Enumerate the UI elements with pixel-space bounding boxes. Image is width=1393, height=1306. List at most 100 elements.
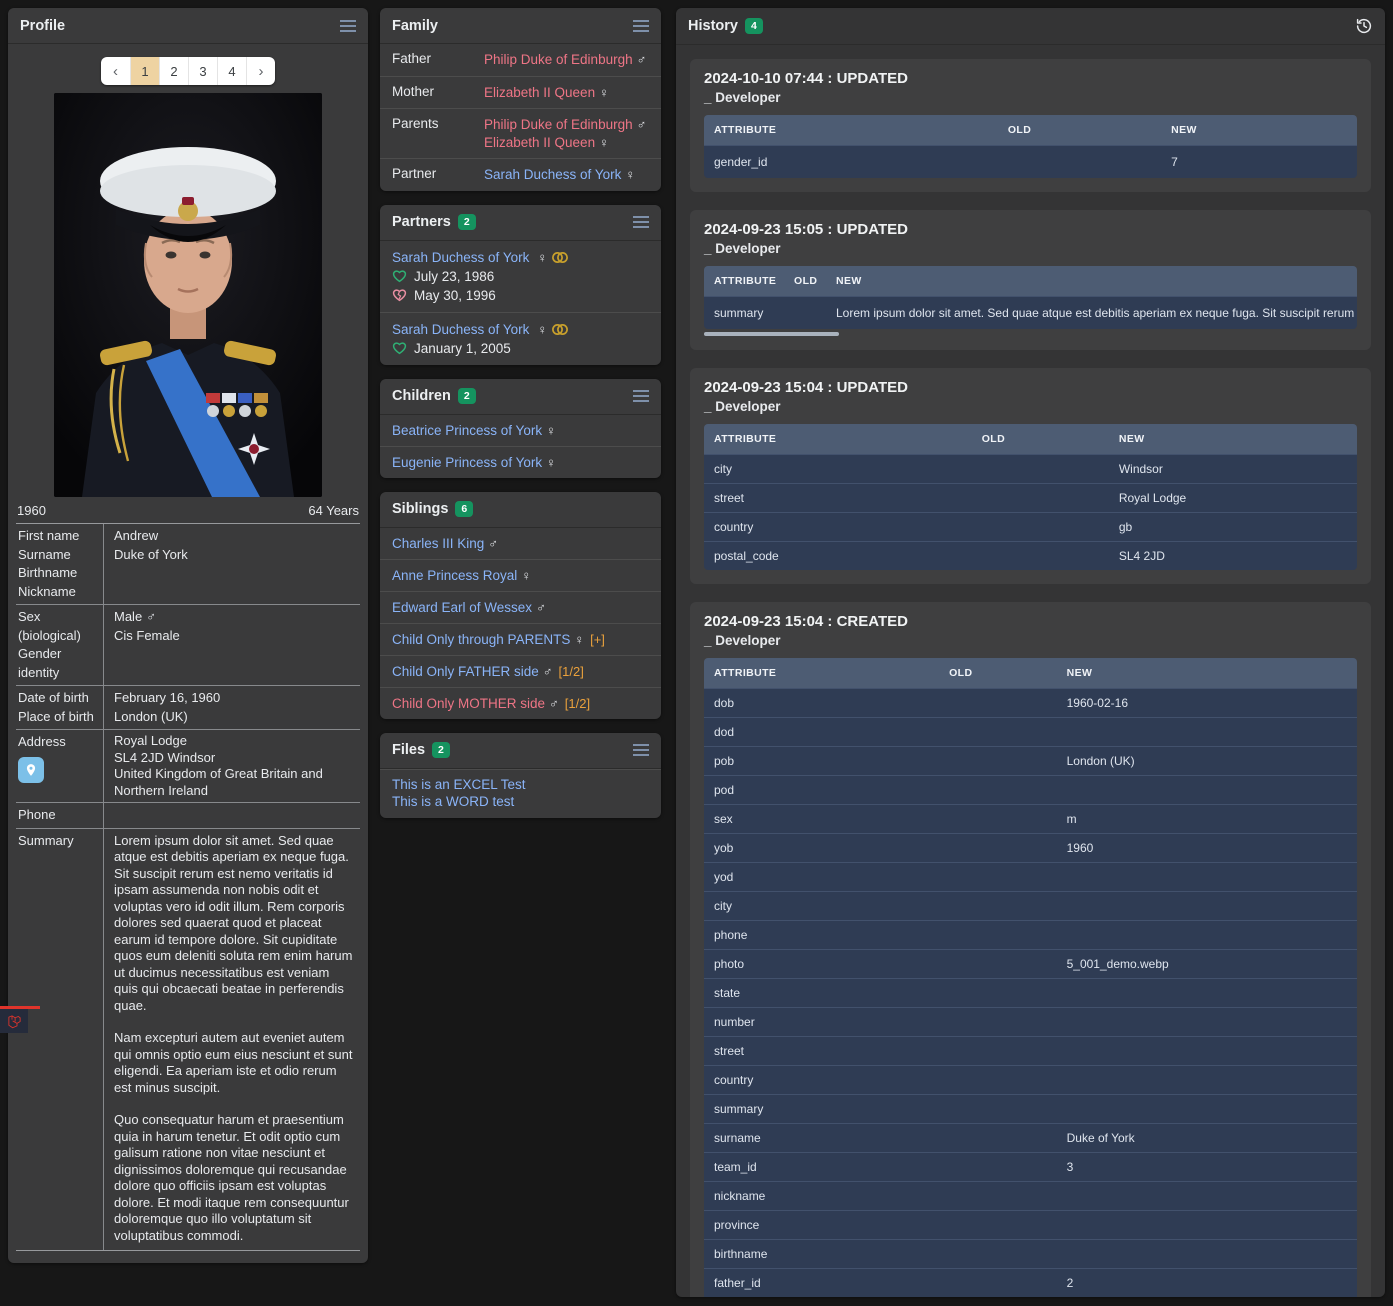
new-cell (1057, 979, 1357, 1008)
entry-title: 2024-09-23 15:04 : CREATED (704, 613, 1357, 630)
menu-icon[interactable] (633, 744, 649, 756)
attribute-cell: sex (704, 805, 939, 834)
union-heart-icon (392, 269, 407, 283)
history-row: photo 5_001_demo.webp (704, 950, 1357, 979)
person-link[interactable]: Sarah Duchess of York (484, 167, 621, 182)
person-link[interactable]: Elizabeth II Queen (484, 135, 595, 150)
history-icon[interactable] (1355, 17, 1373, 35)
col-old: OLD (998, 115, 1161, 146)
page-button-4[interactable]: 4 (217, 57, 246, 85)
map-pin-button[interactable] (18, 757, 44, 783)
horizontal-scrollbar[interactable] (704, 332, 839, 336)
history-row: state (704, 979, 1357, 1008)
old-cell (939, 1066, 1057, 1095)
person-link[interactable]: Charles III King (392, 536, 484, 551)
old-cell (939, 921, 1057, 950)
sibling-row: Child Only MOTHER side ♂ [1/2] (380, 687, 661, 719)
new-cell (1057, 1182, 1357, 1211)
summary-paragraph-1: Lorem ipsum dolor sit amet. Sed quae atq… (114, 833, 354, 1015)
gender-identity-label: Gender identity (18, 645, 99, 682)
history-table: ATTRIBUTE OLD NEW gender_id 7 (704, 115, 1357, 178)
col-attribute: ATTRIBUTE (704, 115, 998, 146)
attribute-cell: country (704, 1066, 939, 1095)
next-page-button[interactable]: › (246, 57, 275, 85)
history-entry: 2024-09-23 15:04 : CREATED _ Developer A… (690, 602, 1371, 1297)
map-pin-icon (24, 763, 38, 777)
menu-icon[interactable] (340, 20, 356, 32)
history-row: province (704, 1211, 1357, 1240)
col-old: OLD (939, 658, 1057, 689)
wedding-rings-icon (551, 323, 569, 336)
old-cell (939, 863, 1057, 892)
history-row: summary Lorem ipsum dolor sit amet. Sed … (704, 297, 1357, 330)
history-row: country (704, 1066, 1357, 1095)
old-cell (784, 297, 826, 330)
person-link[interactable]: Philip Duke of Edinburgh (484, 117, 633, 132)
history-row: city Windsor (704, 455, 1357, 484)
sex-group: Sex (biological) Gender identity Male♂ C… (16, 604, 360, 685)
female-icon: ♀ (521, 568, 531, 583)
person-link[interactable]: Beatrice Princess of York (392, 423, 542, 438)
person-link[interactable]: Elizabeth II Queen (484, 85, 595, 100)
address-label: Address (18, 733, 99, 752)
male-icon: ♂ (488, 536, 498, 551)
history-row: yod (704, 863, 1357, 892)
person-link[interactable]: Sarah Duchess of York (392, 322, 529, 337)
wedding-rings-icon (551, 251, 569, 264)
name-group: First name Surname Birthname Nickname An… (16, 524, 360, 604)
person-link[interactable]: Child Only MOTHER side (392, 696, 545, 711)
prev-page-button[interactable]: ‹ (101, 57, 130, 85)
attribute-cell: postal_code (704, 542, 972, 571)
history-row: postal_code SL4 2JD (704, 542, 1357, 571)
history-entry: 2024-09-23 15:04 : UPDATED _ Developer A… (690, 368, 1371, 584)
person-link[interactable]: Edward Earl of Wessex (392, 600, 532, 615)
profile-photo[interactable] (8, 93, 368, 497)
page-button-1[interactable]: 1 (130, 57, 159, 85)
pager: ‹ 1 2 3 4 › (101, 57, 275, 85)
attribute-cell: birthname (704, 1240, 939, 1269)
sex-value: Male (114, 609, 142, 624)
new-cell: 1960 (1057, 834, 1357, 863)
person-link[interactable]: Sarah Duchess of York (392, 250, 529, 265)
attribute-cell: number (704, 1008, 939, 1037)
union-date: July 23, 1986 (414, 269, 494, 284)
menu-icon[interactable] (633, 20, 649, 32)
female-icon: ♀ (537, 322, 547, 337)
person-link[interactable]: Anne Princess Royal (392, 568, 517, 583)
new-cell: 5_001_demo.webp (1057, 950, 1357, 979)
sex-label: Sex (biological) (18, 608, 99, 645)
profile-details-table: First name Surname Birthname Nickname An… (16, 523, 360, 1251)
new-cell (1057, 1211, 1357, 1240)
old-cell (939, 979, 1057, 1008)
history-row: pod (704, 776, 1357, 805)
person-link[interactable]: Philip Duke of Edinburgh (484, 52, 633, 67)
history-title: History (688, 18, 738, 34)
life-span-row: 1960 64 Years (8, 497, 368, 523)
page-button-3[interactable]: 3 (188, 57, 217, 85)
entry-title: 2024-09-23 15:04 : UPDATED (704, 379, 1357, 396)
attribute-cell: street (704, 484, 972, 513)
file-link[interactable]: This is an EXCEL Test (392, 777, 526, 792)
person-link[interactable]: Eugenie Princess of York (392, 455, 542, 470)
person-link[interactable]: Child Only through PARENTS (392, 632, 570, 647)
count-badge: 2 (458, 388, 476, 404)
summary-group: Summary Lorem ipsum dolor sit amet. Sed … (16, 828, 360, 1251)
profile-header: Profile (8, 8, 368, 44)
relation-tag: [1/2] (565, 696, 590, 711)
relation-tag: [+] (590, 632, 605, 647)
new-cell: 3 (1057, 1153, 1357, 1182)
partner-entry: Sarah Duchess of York ♀ January 1, 2005 (380, 312, 661, 365)
male-icon: ♂ (549, 696, 559, 711)
nickname-label: Nickname (18, 583, 99, 602)
debugbar-toggle[interactable] (0, 1006, 40, 1033)
menu-icon[interactable] (633, 390, 649, 402)
history-row: number (704, 1008, 1357, 1037)
person-link[interactable]: Child Only FATHER side (392, 664, 539, 679)
page-button-2[interactable]: 2 (159, 57, 188, 85)
old-cell (972, 484, 1109, 513)
menu-icon[interactable] (633, 216, 649, 228)
file-link[interactable]: This is a WORD test (392, 794, 514, 809)
entry-user: _ Developer (704, 399, 1357, 414)
attribute-cell: pod (704, 776, 939, 805)
attribute-cell: province (704, 1211, 939, 1240)
